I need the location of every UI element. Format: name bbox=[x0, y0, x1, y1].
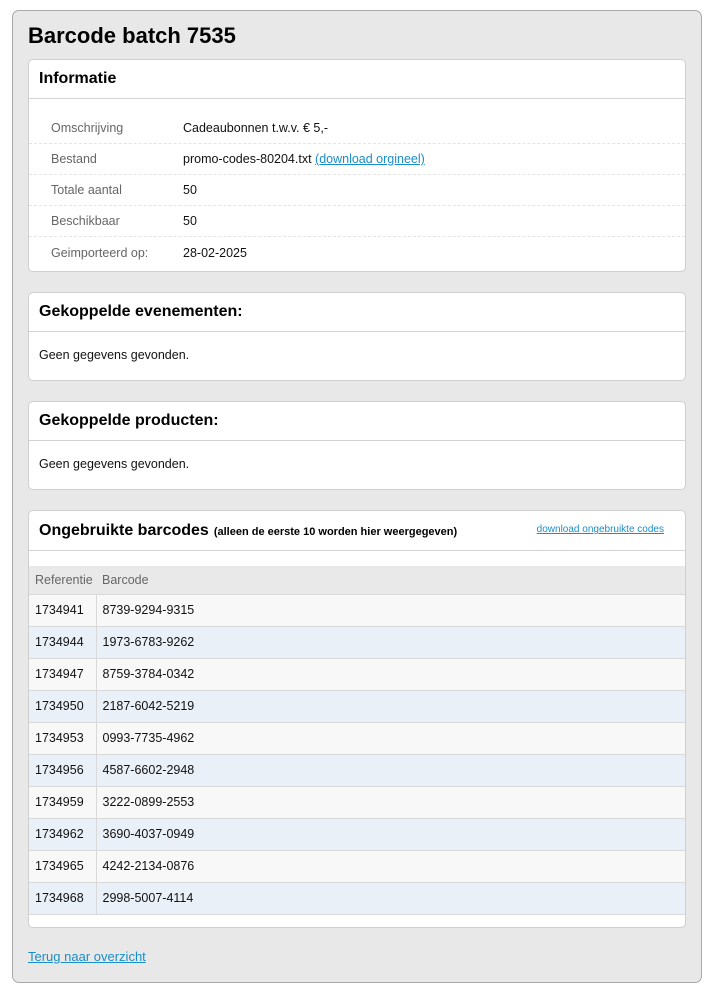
column-header-reference: Referentie bbox=[29, 566, 96, 595]
events-card-heading: Gekoppelde evenementen: bbox=[29, 293, 685, 332]
info-value: 50 bbox=[183, 183, 197, 197]
info-value: 28-02-2025 bbox=[183, 245, 247, 260]
reference-cell: 1734968 bbox=[29, 882, 97, 915]
reference-cell: 1734944 bbox=[29, 626, 97, 659]
barcode-cell: 3222-0899-2553 bbox=[96, 786, 685, 819]
products-card-heading: Gekoppelde producten: bbox=[29, 402, 685, 441]
reference-cell: 1734959 bbox=[29, 786, 97, 819]
table-row: 1734950 2187-6042-5219 bbox=[29, 690, 685, 723]
info-value: 50 bbox=[183, 214, 197, 228]
info-row-description: Omschrijving Cadeaubonnen t.w.v. € 5,- bbox=[29, 113, 685, 144]
table-row: 1734962 3690-4037-0949 bbox=[29, 818, 685, 851]
reference-cell: 1734962 bbox=[29, 818, 97, 851]
info-card-heading: Informatie bbox=[29, 60, 685, 99]
reference-cell: 1734953 bbox=[29, 722, 97, 755]
back-to-overview-link[interactable]: Terug naar overzicht bbox=[28, 949, 146, 964]
reference-cell: 1734956 bbox=[29, 754, 97, 787]
info-card: Informatie Omschrijving Cadeaubonnen t.w… bbox=[28, 59, 686, 272]
barcode-cell: 3690-4037-0949 bbox=[96, 818, 685, 851]
table-header-row: Referentie Barcode bbox=[29, 566, 685, 595]
events-card: Gekoppelde evenementen: Geen gegevens ge… bbox=[28, 292, 686, 381]
reference-cell: 1734965 bbox=[29, 850, 97, 883]
download-original-link[interactable]: (download orgineel) bbox=[315, 152, 425, 166]
info-label: Totale aantal bbox=[51, 183, 122, 197]
barcodes-card-subheading: (alleen de eerste 10 worden hier weergeg… bbox=[213, 526, 458, 538]
barcode-cell: 8759-3784-0342 bbox=[96, 658, 685, 691]
barcodes-card-header: Ongebruikte barcodes (alleen de eerste 1… bbox=[29, 511, 685, 551]
barcode-cell: 4587-6602-2948 bbox=[96, 754, 685, 787]
barcode-cell: 8739-9294-9315 bbox=[96, 594, 685, 627]
file-name: promo-codes-80204.txt bbox=[183, 152, 312, 166]
reference-cell: 1734947 bbox=[29, 658, 97, 691]
barcode-cell: 0993-7735-4962 bbox=[96, 722, 685, 755]
table-row: 1734947 8759-3784-0342 bbox=[29, 658, 685, 691]
reference-cell: 1734941 bbox=[29, 594, 97, 627]
info-value-file: promo-codes-80204.txt (download orgineel… bbox=[183, 152, 425, 166]
table-row: 1734941 8739-9294-9315 bbox=[29, 594, 685, 627]
barcodes-table: Referentie Barcode 1734941 8739-9294-931… bbox=[29, 566, 685, 915]
barcode-cell: 2998-5007-4114 bbox=[96, 882, 685, 915]
info-row-file: Bestand promo-codes-80204.txt (download … bbox=[29, 144, 685, 175]
info-row-total: Totale aantal 50 bbox=[29, 175, 685, 206]
barcodes-card: Ongebruikte barcodes (alleen de eerste 1… bbox=[28, 510, 686, 928]
page-title: Barcode batch 7535 bbox=[28, 23, 236, 48]
events-empty-message: Geen gegevens gevonden. bbox=[39, 348, 190, 362]
barcode-cell: 1973-6783-9262 bbox=[96, 626, 685, 659]
table-row: 1734968 2998-5007-4114 bbox=[29, 882, 685, 915]
barcode-cell: 2187-6042-5219 bbox=[96, 690, 685, 723]
info-list: Omschrijving Cadeaubonnen t.w.v. € 5,- B… bbox=[29, 99, 685, 268]
download-unused-codes-link[interactable]: download ongebruikte codes bbox=[537, 524, 664, 535]
barcode-cell: 4242-2134-0876 bbox=[96, 850, 685, 883]
info-label: Bestand bbox=[51, 152, 97, 166]
column-header-barcode: Barcode bbox=[96, 566, 685, 595]
table-row: 1734953 0993-7735-4962 bbox=[29, 722, 685, 755]
info-row-imported: Geimporteerd op: 28-02-2025 bbox=[29, 237, 685, 268]
info-row-available: Beschikbaar 50 bbox=[29, 206, 685, 237]
page-panel: Barcode batch 7535 Informatie Omschrijvi… bbox=[12, 10, 702, 983]
products-card: Gekoppelde producten: Geen gegevens gevo… bbox=[28, 401, 686, 490]
table-row: 1734944 1973-6783-9262 bbox=[29, 626, 685, 659]
info-label: Beschikbaar bbox=[51, 214, 120, 228]
products-empty-message: Geen gegevens gevonden. bbox=[39, 457, 190, 471]
barcodes-card-heading: Ongebruikte barcodes bbox=[39, 521, 209, 539]
reference-cell: 1734950 bbox=[29, 690, 97, 723]
info-label: Omschrijving bbox=[51, 121, 124, 135]
table-row: 1734965 4242-2134-0876 bbox=[29, 850, 685, 883]
info-label: Geimporteerd op: bbox=[51, 245, 149, 260]
info-value: Cadeaubonnen t.w.v. € 5,- bbox=[183, 121, 329, 135]
table-row: 1734956 4587-6602-2948 bbox=[29, 754, 685, 787]
table-row: 1734959 3222-0899-2553 bbox=[29, 786, 685, 819]
